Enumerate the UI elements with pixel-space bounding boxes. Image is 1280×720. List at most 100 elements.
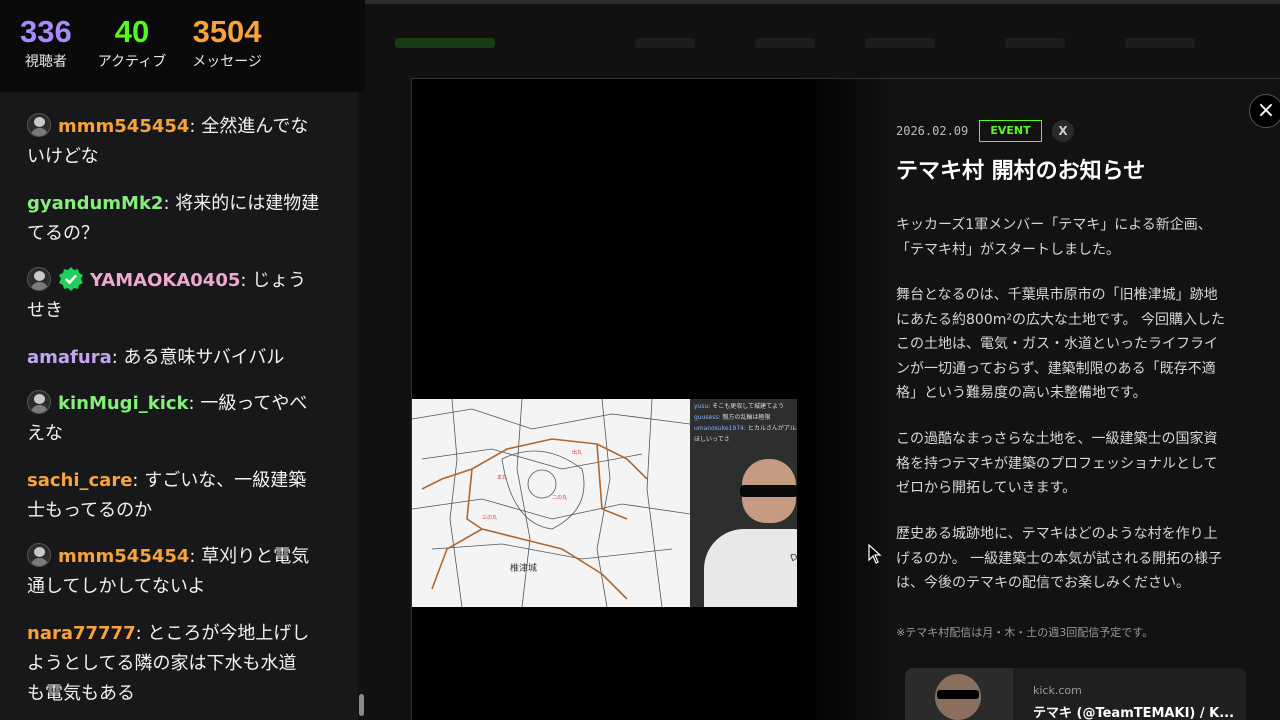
nav-ghost (1125, 38, 1195, 48)
article-line: この土地は、電気・ガス・水道といったライフライ (896, 336, 1218, 352)
chat-text: ところが今地上げし (147, 623, 310, 644)
svg-text:本丸: 本丸 (497, 474, 507, 481)
embed-avatar-glasses (937, 690, 979, 699)
map-lines: 本丸 二の丸 三の丸 出丸 (412, 399, 691, 607)
chat-message: gyandumMk2: 将来的には建物建てるの？ (27, 189, 339, 249)
chat-message: kinMugi_kick: 一級ってやべ えな (27, 389, 339, 449)
sunglasses (740, 485, 798, 497)
article-line: にあたる約800m²の広大な土地です。 今回購入した (896, 311, 1226, 328)
chat-text: 全然進んでな (201, 116, 309, 137)
nav-ghost (395, 38, 495, 48)
article-line: ゼロから開拓していきます。 (896, 480, 1077, 496)
chat-scrollbar[interactable] (358, 92, 365, 720)
overlay-chat-text: そこも更収して城建てよう (710, 403, 785, 410)
map-image: 本丸 二の丸 三の丸 出丸 椎津城 (412, 399, 691, 607)
stat-2: 3504 メッセージ (192, 14, 262, 92)
chat-panel: 336 視聴者 40 アクティブ 3504 メッセージ mmm545454: 全然進んでな… (0, 0, 365, 720)
chat-text: も電気もある (27, 683, 135, 704)
chat-username[interactable]: kinMugi_kick (58, 393, 189, 414)
x-share-icon[interactable]: X (1052, 120, 1074, 142)
chat-text: 士もってるのか (27, 500, 153, 521)
article-line: キッカーズ1軍メンバー「テマキ」による新企画、 (896, 217, 1212, 233)
overlay-chat-user: umanosuke1974: (694, 425, 746, 432)
chat-username[interactable]: sachi_care (27, 470, 132, 491)
article-paragraph-2: 舞台となるのは、千葉県市原市の「旧椎津城」跡地 にあたる約800m²の広大な土地で… (896, 283, 1266, 406)
chat-text: ある意味サバイバル (123, 347, 285, 368)
modal-fade (797, 79, 897, 720)
article-line: 格」という難易度の高い未整備地です。 (896, 385, 1147, 401)
kick-embed-card[interactable]: kick.com テマキ (@TeamTEMAKI) / K... (905, 668, 1246, 720)
stat-1: 40 アクティブ (98, 14, 166, 92)
chat-message: mmm545454: 草刈りと電気通してしかしてないよ (27, 542, 339, 602)
map-label: 椎津城 (510, 564, 538, 574)
svg-text:出丸: 出丸 (572, 449, 582, 456)
chat-text: てるの？ (27, 223, 99, 244)
chat-separator: : (111, 347, 124, 368)
avatar[interactable] (27, 113, 51, 137)
article-line: 格を持つテマキが建築のプロフェッショナルとして (896, 455, 1218, 472)
chat-text: 一級ってやべ (200, 393, 308, 414)
stat-0: 336 視聴者 (20, 14, 72, 92)
chat-text: ようとしてる隣の家は下水も水道 (27, 653, 297, 674)
stat-value: 3504 (192, 14, 262, 49)
article-line: げるのか。 一級建築士の本気が試される開拓の様子 (896, 550, 1223, 567)
nav-ghost (755, 38, 815, 48)
chat-username[interactable]: amafura (27, 347, 112, 368)
chat-message: sachi_care: すごいな、一級建築士もってるのか (27, 466, 339, 526)
article-line: 「テマキ村」がスタートしました。 (896, 241, 1120, 258)
stat-value: 40 (114, 14, 150, 49)
chat-separator: : (132, 470, 145, 491)
stats-bar: 336 視聴者 40 アクティブ 3504 メッセージ (0, 0, 365, 92)
stat-label: メッセージ (192, 54, 262, 70)
chat-separator: : (189, 116, 202, 137)
embed-title[interactable]: テマキ (@TeamTEMAKI) / K... (1033, 702, 1234, 720)
chat-username[interactable]: mmm545454 (58, 116, 189, 137)
chat-username[interactable]: YAMAOKA0405 (90, 270, 240, 291)
article-line: 歴史ある城跡地に、テマキはどのような村を作り上 (896, 526, 1218, 542)
nav-ghost (1005, 38, 1065, 48)
avatar[interactable] (27, 390, 51, 414)
chat-separator: : (135, 623, 148, 644)
chat-text: せき (27, 300, 63, 321)
chat-username[interactable]: gyandumMk2 (27, 193, 163, 214)
article-title: テマキ村 開村のお知らせ (896, 159, 1146, 184)
chat-scrollbar-thumb[interactable] (359, 694, 364, 716)
overlay-chat-user: guusess: (694, 414, 721, 421)
chat-list[interactable]: mmm545454: 全然進んでないけどな gyandumMk2: 将来的には建物… (0, 92, 358, 720)
article-date: 2026.02.09 (896, 124, 969, 138)
backdrop-topline (365, 0, 1280, 4)
article-paragraph-1: キッカーズ1軍メンバー「テマキ」による新企画、 「テマキ村」がスタートしました。 (896, 213, 1266, 262)
event-tag[interactable]: EVENT (979, 120, 1042, 142)
chat-text: いけどな (27, 146, 99, 167)
overlay-chat-user: yusu: (694, 403, 711, 410)
article-paragraph-4: 歴史ある城跡地に、テマキはどのような村を作り上 げるのか。 一級建築士の本気が試さ… (896, 522, 1266, 596)
stat-label: アクティブ (97, 54, 167, 70)
chat-separator: : (188, 393, 201, 414)
chat-text: 草刈りと電気 (201, 546, 310, 567)
embed-thumbnail (905, 668, 1013, 720)
chat-separator: : (163, 193, 176, 214)
chat-separator: : (189, 546, 202, 567)
article-paragraph-3: この過酷なまっさらな土地を、一級建築士の国家資 格を持つテマキが建築のプロフェッシ… (896, 427, 1266, 501)
chat-separator: : (240, 270, 253, 291)
stat-label: 視聴者 (24, 54, 67, 70)
chat-message: mmm545454: 全然進んでないけどな (27, 112, 339, 172)
avatar[interactable] (27, 267, 51, 291)
stream-video-thumbnail[interactable]: 本丸 二の丸 三の丸 出丸 椎津城 yusu: そこも更収して城建てよう guus… (412, 399, 850, 607)
article-line: 舞台となるのは、千葉県市原市の「旧椎津城」跡地 (896, 287, 1218, 303)
avatar[interactable] (27, 543, 51, 567)
stat-value: 336 (20, 14, 72, 49)
chat-text: 通してしかしてないよ (27, 576, 206, 597)
verified-badge-icon (58, 266, 84, 292)
article-note: ※テマキ村配信は月・木・土の週3回配信予定です。 (896, 626, 1154, 639)
chat-text: すごいな、一級建築 (144, 470, 307, 491)
mouse-cursor-icon (868, 544, 882, 564)
chat-username[interactable]: mmm545454 (58, 546, 189, 567)
chat-text: 将来的には建物建 (175, 193, 320, 214)
chat-message: amafura: ある意味サバイバル (27, 343, 339, 373)
close-button[interactable]: × (1249, 94, 1280, 128)
chat-message: nara77777: ところが今地上げしようとしてる隣の家は下水も水道 も電気もあ… (27, 619, 339, 709)
overlay-chat-text: ほしいってさ (694, 436, 730, 443)
svg-text:二の丸: 二の丸 (552, 494, 567, 501)
chat-username[interactable]: nara77777 (27, 623, 136, 644)
